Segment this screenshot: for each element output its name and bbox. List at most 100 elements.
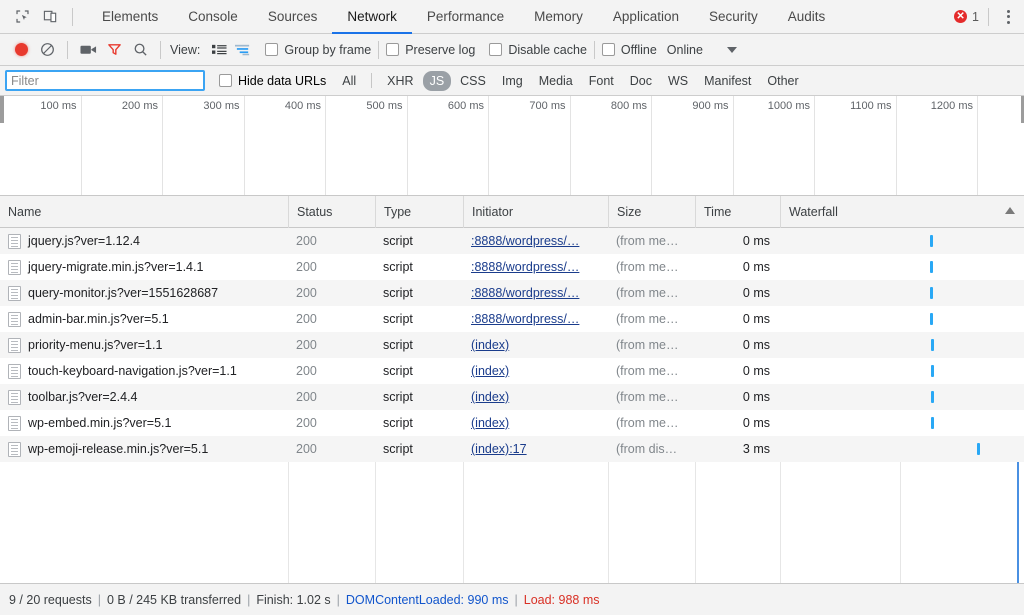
device-toolbar-icon[interactable] [36,4,64,30]
table-row[interactable]: toolbar.js?ver=2.4.4200script(index)(fro… [0,384,1024,410]
sort-ascending-icon [1005,207,1015,214]
filter-type-manifest[interactable]: Manifest [697,71,758,91]
column-header-name[interactable]: Name [0,196,288,228]
tab-performance[interactable]: Performance [412,1,519,34]
tab-sources[interactable]: Sources [253,1,333,34]
column-label: Name [8,205,41,219]
cell-type: script [375,228,463,254]
request-name: toolbar.js?ver=2.4.4 [28,390,137,404]
column-header-waterfall[interactable]: Waterfall [780,196,1024,228]
tab-label: Audits [788,9,826,24]
status-transferred: 0 B / 245 KB transferred [107,593,241,607]
record-button-icon[interactable] [8,38,34,62]
table-row[interactable]: jquery.js?ver=1.12.4200script:8888/wordp… [0,228,1024,254]
inspect-element-icon[interactable] [8,4,36,30]
overview-tick: 300 ms [163,96,245,196]
tab-application[interactable]: Application [598,1,694,34]
filter-type-media[interactable]: Media [532,71,580,91]
group-by-frame-label: Group by frame [284,43,371,57]
tab-elements[interactable]: Elements [87,1,173,34]
script-file-icon [8,286,21,301]
filter-type-img[interactable]: Img [495,71,530,91]
group-by-frame-checkbox[interactable]: Group by frame [265,43,371,57]
table-row[interactable]: jquery-migrate.min.js?ver=1.4.1200script… [0,254,1024,280]
table-row[interactable]: query-monitor.js?ver=1551628687200script… [0,280,1024,306]
filter-type-xhr[interactable]: XHR [380,71,420,91]
table-row[interactable]: wp-emoji-release.min.js?ver=5.1200script… [0,436,1024,462]
column-label: Type [384,205,411,219]
requests-table: Name Status Type Initiator Size Time Wat… [0,196,1024,583]
column-header-initiator[interactable]: Initiator [463,196,608,228]
cell-initiator[interactable]: (index) [463,384,608,410]
filter-row: Hide data URLs All XHR JS CSS Img Media … [0,66,1024,96]
overview-tick: 700 ms [489,96,571,196]
tab-label: Application [613,9,679,24]
error-badge[interactable]: ✕ 1 [954,10,979,24]
offline-checkbox[interactable]: Offline [602,43,657,57]
cell-initiator[interactable]: (index) [463,332,608,358]
column-header-size[interactable]: Size [608,196,695,228]
filter-input[interactable] [5,70,205,91]
cell-initiator[interactable]: :8888/wordpress/… [463,254,608,280]
toolbar-divider-2 [160,41,161,59]
tab-console[interactable]: Console [173,1,253,34]
hide-data-urls-checkbox[interactable]: Hide data URLs [219,74,326,88]
checkbox-box[interactable] [265,43,278,56]
table-row[interactable]: touch-keyboard-navigation.js?ver=1.1200s… [0,358,1024,384]
table-row[interactable]: admin-bar.min.js?ver=5.1200script:8888/w… [0,306,1024,332]
tab-network[interactable]: Network [332,1,412,34]
cell-initiator[interactable]: :8888/wordpress/… [463,306,608,332]
preserve-log-checkbox[interactable]: Preserve log [386,43,475,57]
overview-tick-label: 1100 ms [850,100,891,112]
filter-type-js[interactable]: JS [423,71,452,91]
list-view-icon[interactable] [207,39,231,61]
overview-tick-label: 600 ms [448,100,484,112]
tab-memory[interactable]: Memory [519,1,598,34]
cell-time: 0 ms [695,306,780,332]
cell-name: priority-menu.js?ver=1.1 [0,332,288,358]
tabbar-right-divider [988,8,989,26]
waterfall-bar [931,365,934,377]
column-header-time[interactable]: Time [695,196,780,228]
filter-type-ws[interactable]: WS [661,71,695,91]
cell-initiator[interactable]: :8888/wordpress/… [463,280,608,306]
filter-type-doc[interactable]: Doc [623,71,659,91]
checkbox-box[interactable] [602,43,615,56]
tab-security[interactable]: Security [694,1,773,34]
checkbox-box[interactable] [489,43,502,56]
column-header-type[interactable]: Type [375,196,463,228]
table-row[interactable]: wp-embed.min.js?ver=5.1200script(index)(… [0,410,1024,436]
table-row[interactable]: priority-menu.js?ver=1.1200script(index)… [0,332,1024,358]
status-separator: | [98,593,101,607]
overview-tick: 800 ms [571,96,653,196]
cell-name: wp-embed.min.js?ver=5.1 [0,410,288,436]
column-label: Time [704,205,731,219]
filter-type-css[interactable]: CSS [453,71,493,91]
cell-initiator[interactable]: :8888/wordpress/… [463,228,608,254]
request-name: priority-menu.js?ver=1.1 [28,338,162,352]
column-header-status[interactable]: Status [288,196,375,228]
cell-initiator[interactable]: (index) [463,358,608,384]
toolbar-divider-4 [594,41,595,59]
filter-funnel-icon[interactable] [101,38,127,62]
overview-tick: 1100 ms [815,96,897,196]
throttling-select[interactable]: Online [667,43,737,57]
column-label: Size [617,205,641,219]
camera-icon[interactable] [75,38,101,62]
tab-audits[interactable]: Audits [773,1,841,34]
cell-initiator[interactable]: (index) [463,410,608,436]
cell-initiator[interactable]: (index):17 [463,436,608,462]
checkbox-box[interactable] [386,43,399,56]
cell-time: 0 ms [695,228,780,254]
network-overview-timeline[interactable]: 100 ms200 ms300 ms400 ms500 ms600 ms700 … [0,96,1024,196]
script-file-icon [8,390,21,405]
disable-cache-checkbox[interactable]: Disable cache [489,43,587,57]
checkbox-box[interactable] [219,74,232,87]
kebab-menu-icon[interactable] [998,7,1018,27]
filter-type-other[interactable]: Other [760,71,805,91]
clear-icon[interactable] [34,38,60,62]
search-icon[interactable] [127,38,153,62]
filter-type-font[interactable]: Font [582,71,621,91]
waterfall-view-icon[interactable] [231,39,255,61]
filter-type-all[interactable]: All [335,71,363,91]
